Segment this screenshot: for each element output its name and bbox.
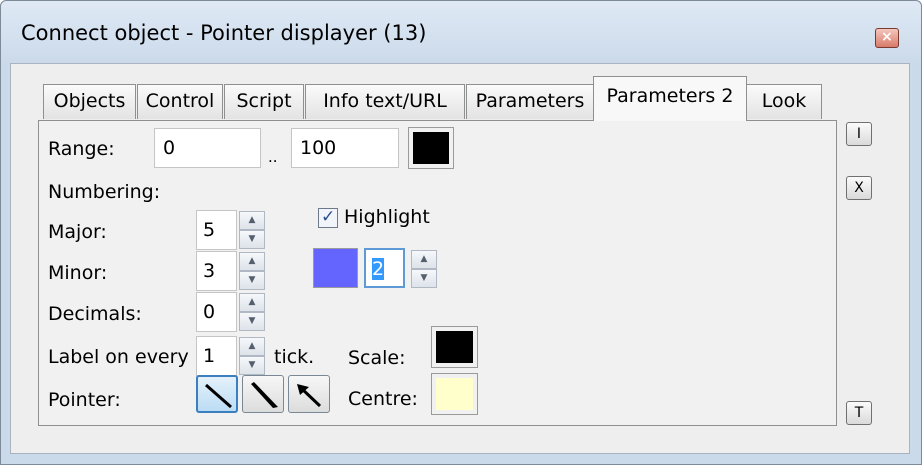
range-to-input[interactable]: 100: [291, 128, 399, 168]
highlight-width-spinner[interactable]: ▲ ▼: [411, 250, 437, 288]
range-separator: ..: [268, 148, 278, 166]
major-spinner[interactable]: ▲ ▼: [239, 211, 265, 249]
tab-info-text-url[interactable]: Info text/URL: [305, 84, 465, 119]
spin-up-icon[interactable]: ▲: [411, 250, 437, 269]
tab-parameters-2[interactable]: Parameters 2: [593, 76, 747, 121]
x-button[interactable]: X: [846, 176, 872, 200]
decimals-label: Decimals:: [48, 303, 142, 325]
pointer-label: Pointer:: [48, 389, 121, 411]
major-label: Major:: [48, 221, 107, 243]
tab-parameters[interactable]: Parameters: [466, 84, 594, 119]
spin-down-icon[interactable]: ▼: [239, 312, 265, 331]
label-every-label: Label on every: [48, 346, 189, 368]
highlight-label: Highlight: [344, 206, 430, 228]
spin-up-icon[interactable]: ▲: [239, 211, 265, 230]
spin-down-icon[interactable]: ▼: [411, 269, 437, 288]
centre-color-fill: [436, 378, 473, 410]
checkmark-icon: ✓: [321, 207, 336, 227]
range-color-fill: [413, 132, 449, 164]
highlight-color-swatch[interactable]: [313, 248, 358, 288]
label-every-spinner[interactable]: ▲ ▼: [239, 337, 265, 375]
spin-down-icon[interactable]: ▼: [239, 230, 265, 249]
highlight-checkbox[interactable]: ✓: [318, 207, 338, 228]
info-icon: I: [856, 126, 862, 142]
pointer-style-arrow-button[interactable]: [288, 375, 330, 413]
pointer-style-line-button[interactable]: [196, 375, 238, 413]
dialog-client-area: Objects Control Script Info text/URL Par…: [10, 63, 910, 454]
minor-label: Minor:: [48, 262, 108, 284]
spin-down-icon[interactable]: ▼: [239, 356, 265, 375]
range-from-input[interactable]: 0: [154, 128, 261, 168]
pointer-thin-line-icon: [205, 383, 232, 409]
spin-up-icon[interactable]: ▲: [239, 337, 265, 356]
tab-control[interactable]: Control: [137, 84, 223, 119]
highlight-width-input[interactable]: 2: [364, 248, 405, 288]
decimals-spinner[interactable]: ▲ ▼: [239, 293, 265, 331]
tab-script[interactable]: Script: [224, 84, 304, 119]
x-icon: X: [854, 180, 864, 196]
range-color-swatch[interactable]: [408, 127, 454, 169]
close-icon: ×: [881, 29, 893, 45]
spin-up-icon[interactable]: ▲: [239, 293, 265, 312]
t-button[interactable]: T: [846, 401, 872, 425]
window-title: Connect object - Pointer displayer (13): [21, 21, 427, 45]
highlight-color-fill: [314, 249, 357, 287]
decimals-input[interactable]: 0: [196, 292, 237, 332]
range-label: Range:: [48, 138, 115, 160]
tab-objects[interactable]: Objects: [43, 84, 136, 119]
pointer-style-taper-button[interactable]: [242, 375, 284, 413]
pointer-taper-icon: [251, 382, 278, 408]
info-button[interactable]: I: [846, 122, 872, 146]
spin-up-icon[interactable]: ▲: [239, 252, 265, 271]
pointer-arrow-icon: [297, 384, 322, 408]
scale-color-fill: [436, 331, 473, 363]
close-button[interactable]: ×: [875, 28, 899, 48]
tab-look[interactable]: Look: [746, 84, 822, 119]
spin-down-icon[interactable]: ▼: [239, 271, 265, 290]
tab-bar: Objects Control Script Info text/URL Par…: [11, 64, 909, 124]
label-every-input[interactable]: 1: [196, 336, 237, 376]
minor-input[interactable]: 3: [196, 251, 237, 291]
scale-color-swatch[interactable]: [431, 326, 478, 368]
t-icon: T: [854, 405, 864, 421]
title-bar[interactable]: Connect object - Pointer displayer (13) …: [1, 1, 921, 63]
numbering-label: Numbering:: [48, 181, 161, 203]
centre-color-swatch[interactable]: [431, 373, 478, 415]
centre-label: Centre:: [348, 388, 418, 410]
scale-label: Scale:: [348, 347, 406, 369]
major-input[interactable]: 5: [196, 210, 237, 250]
highlight-width-value: 2: [372, 258, 385, 280]
minor-spinner[interactable]: ▲ ▼: [239, 252, 265, 290]
tick-label: tick.: [274, 346, 315, 368]
dialog-window: Connect object - Pointer displayer (13) …: [0, 0, 922, 465]
